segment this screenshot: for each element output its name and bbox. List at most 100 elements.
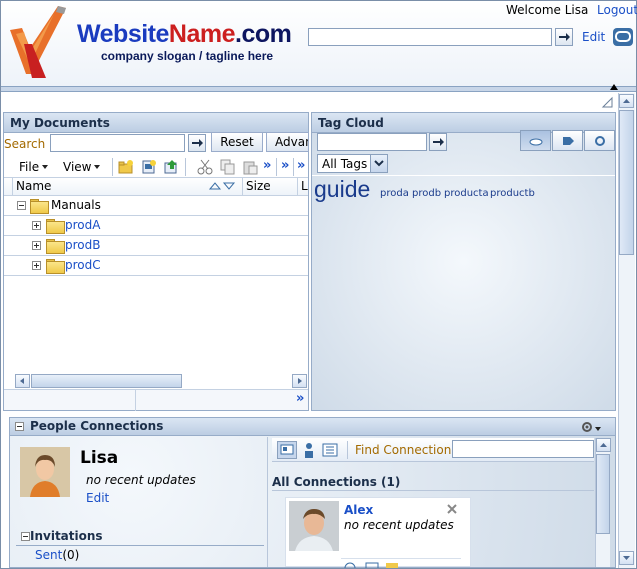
more-menu-icon[interactable]: » — [281, 158, 289, 173]
sort-arrows-icon[interactable] — [209, 181, 237, 191]
tag-search-input[interactable] — [317, 133, 427, 151]
collapse-node-icon[interactable] — [17, 201, 26, 210]
arrow-right-icon — [432, 138, 444, 146]
scroll-left-button[interactable] — [15, 374, 30, 388]
remove-connection-icon[interactable] — [447, 504, 457, 514]
tag-search-go-button[interactable] — [429, 133, 447, 151]
expand-node-icon[interactable] — [32, 221, 41, 230]
advanced-search-button[interactable]: Advan — [266, 132, 309, 152]
documents-toolbar: File View » » » — [4, 156, 308, 178]
chevron-down-icon[interactable] — [595, 427, 601, 431]
reset-button[interactable]: Reset — [211, 132, 263, 152]
arrow-right-icon — [298, 378, 302, 384]
expand-node-icon[interactable] — [32, 241, 41, 250]
tag-view-buttons — [520, 130, 615, 152]
view-menu[interactable]: View — [63, 160, 101, 174]
refresh-tags-button[interactable] — [584, 130, 615, 151]
global-search-go-button[interactable] — [555, 28, 573, 46]
upload-icon[interactable] — [163, 159, 179, 175]
connection-actions-icon[interactable] — [344, 562, 404, 568]
edit-profile-link[interactable]: Edit — [86, 491, 109, 505]
invitations-label: Invitations — [30, 529, 103, 543]
tree-row[interactable]: prodB — [4, 236, 308, 256]
tag-link[interactable]: producta — [444, 188, 489, 199]
site-slogan: company slogan / tagline here — [101, 49, 274, 63]
sent-invitations[interactable]: Sent(0) — [35, 548, 79, 562]
tag-link[interactable]: proda — [380, 188, 409, 199]
resize-grip-icon[interactable] — [601, 96, 613, 108]
arrow-right-icon — [558, 33, 570, 41]
scroll-up-button[interactable] — [619, 94, 634, 108]
site-name: WebsiteName.com — [77, 20, 292, 48]
more-actions-icon[interactable]: » — [263, 158, 271, 173]
connection-avatar[interactable] — [289, 501, 339, 551]
expand-node-icon[interactable] — [32, 261, 41, 270]
gear-icon[interactable] — [580, 420, 594, 434]
tree-row[interactable]: prodA — [4, 216, 308, 236]
paste-icon[interactable] — [242, 159, 258, 175]
cut-icon[interactable] — [197, 159, 213, 175]
tag-list-button[interactable] — [552, 130, 583, 151]
chevron-down-icon — [374, 160, 384, 167]
card-view-button[interactable] — [277, 441, 297, 459]
arrow-up-icon — [600, 443, 607, 447]
tag-filter-dropdown[interactable] — [370, 155, 387, 172]
scrollbar-thumb[interactable] — [619, 110, 634, 255]
tree-label[interactable]: prodC — [65, 258, 101, 272]
file-menu[interactable]: File — [19, 160, 49, 174]
find-connection-label: Find Connection — [355, 443, 452, 457]
edit-page-link[interactable]: Edit — [582, 30, 605, 44]
collapse-header-icon[interactable] — [610, 84, 618, 90]
connections-scrollbar[interactable] — [595, 438, 611, 567]
new-document-icon[interactable] — [141, 159, 157, 175]
document-search-input[interactable] — [50, 134, 185, 152]
toolbar-separator — [185, 158, 186, 176]
find-connection-input[interactable] — [452, 440, 594, 458]
arrow-right-icon — [191, 139, 203, 147]
collapse-panel-icon[interactable] — [15, 422, 24, 431]
new-folder-icon[interactable] — [118, 159, 134, 175]
column-name[interactable]: Name — [16, 179, 51, 193]
welcome-text: Welcome Lisa — [506, 3, 589, 17]
tag-link[interactable]: productb — [490, 188, 535, 199]
panel-title: People Connections — [10, 418, 615, 436]
scroll-up-button[interactable] — [596, 438, 611, 452]
list-view-icon[interactable] — [322, 442, 338, 458]
oracle-logo-icon[interactable] — [613, 28, 633, 46]
collapse-invitations-icon[interactable] — [21, 532, 30, 541]
global-search-input[interactable] — [308, 28, 552, 46]
logout-link[interactable]: Logout — [597, 3, 637, 17]
document-search-go-button[interactable] — [188, 134, 206, 152]
profile-avatar — [20, 447, 70, 497]
logo-checkmark-icon — [10, 6, 66, 78]
toolbar-separator — [347, 441, 348, 459]
people-divider — [267, 437, 268, 567]
footer-more-icon[interactable]: » — [296, 391, 304, 406]
scroll-right-button[interactable] — [292, 374, 307, 388]
tree-label[interactable]: prodB — [65, 238, 100, 252]
column-size[interactable]: Size — [246, 179, 271, 193]
cloud-view-button[interactable] — [520, 130, 551, 151]
tag-link[interactable]: guide — [314, 176, 370, 203]
tree-label[interactable]: Manuals — [51, 198, 101, 212]
toolbar-separator — [276, 158, 277, 176]
scrollbar-thumb[interactable] — [596, 454, 610, 534]
contact-card-icon — [280, 444, 294, 455]
scroll-down-button[interactable] — [619, 551, 634, 565]
tag-link[interactable]: prodb — [412, 188, 441, 199]
more-toolbar-icon[interactable]: » — [297, 158, 305, 173]
horizontal-scrollbar-thumb[interactable] — [31, 374, 182, 388]
toolbar-separator — [112, 158, 113, 176]
tree-row[interactable]: Manuals — [4, 196, 308, 216]
search-label: Search — [4, 137, 46, 151]
invitations-divider — [16, 545, 264, 546]
folder-icon — [30, 199, 49, 214]
person-icon[interactable] — [302, 442, 316, 458]
tag-icon — [563, 137, 574, 145]
tree-label[interactable]: prodA — [65, 218, 100, 232]
header-divider-strip — [1, 87, 636, 92]
copy-icon[interactable] — [220, 159, 236, 175]
connection-name-link[interactable]: Alex — [344, 503, 373, 517]
tree-row[interactable]: prodC — [4, 256, 308, 276]
column-last-modified[interactable]: L — [301, 179, 308, 193]
